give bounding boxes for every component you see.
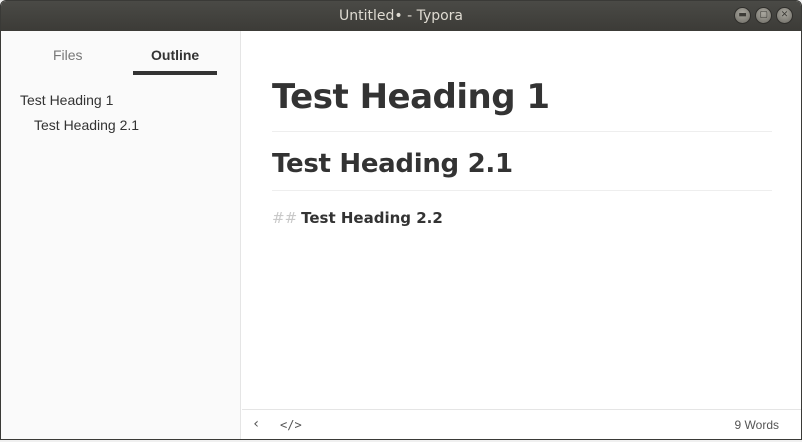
maximize-icon[interactable]: ▢ <box>755 7 772 24</box>
app-window: Untitled• - Typora ▬ ▢ ✕ Files Outline T… <box>0 0 802 440</box>
sidebar-tabs: Files Outline <box>1 31 241 77</box>
sidebar: Files Outline Test Heading 1 Test Headin… <box>1 31 241 439</box>
document-heading-2-2-line[interactable]: ## Test Heading 2.2 <box>272 209 772 227</box>
active-tab-indicator <box>133 71 217 75</box>
tab-outline[interactable]: Outline <box>151 47 199 63</box>
chevron-left-icon[interactable]: ‹ <box>252 416 260 432</box>
editor-area[interactable]: Test Heading 1 Test Heading 2.1 ## Test H… <box>242 31 801 409</box>
document-heading-2-2[interactable]: Test Heading 2.2 <box>301 209 443 227</box>
document-heading-1[interactable]: Test Heading 1 <box>272 77 772 117</box>
window-title: Untitled• - Typora <box>338 8 464 24</box>
document-heading-2-1[interactable]: Test Heading 2.1 <box>272 149 772 179</box>
markdown-heading-marker: ## <box>272 209 298 227</box>
status-bar: ‹ </> 9 Words <box>242 409 801 439</box>
window-controls: ▬ ▢ ✕ <box>734 7 793 24</box>
code-icon[interactable]: </> <box>280 418 302 432</box>
heading-1-divider <box>272 131 772 132</box>
close-icon[interactable]: ✕ <box>776 7 793 24</box>
tab-files[interactable]: Files <box>53 47 83 63</box>
outline-item-heading-1[interactable]: Test Heading 1 <box>1 91 241 116</box>
minimize-icon[interactable]: ▬ <box>734 7 751 24</box>
word-count[interactable]: 9 Words <box>735 418 779 432</box>
outline-list: Test Heading 1 Test Heading 2.1 <box>1 91 241 141</box>
outline-item-heading-2-1[interactable]: Test Heading 2.1 <box>1 116 241 141</box>
title-bar: Untitled• - Typora ▬ ▢ ✕ <box>1 1 801 31</box>
heading-2-divider <box>272 190 772 191</box>
